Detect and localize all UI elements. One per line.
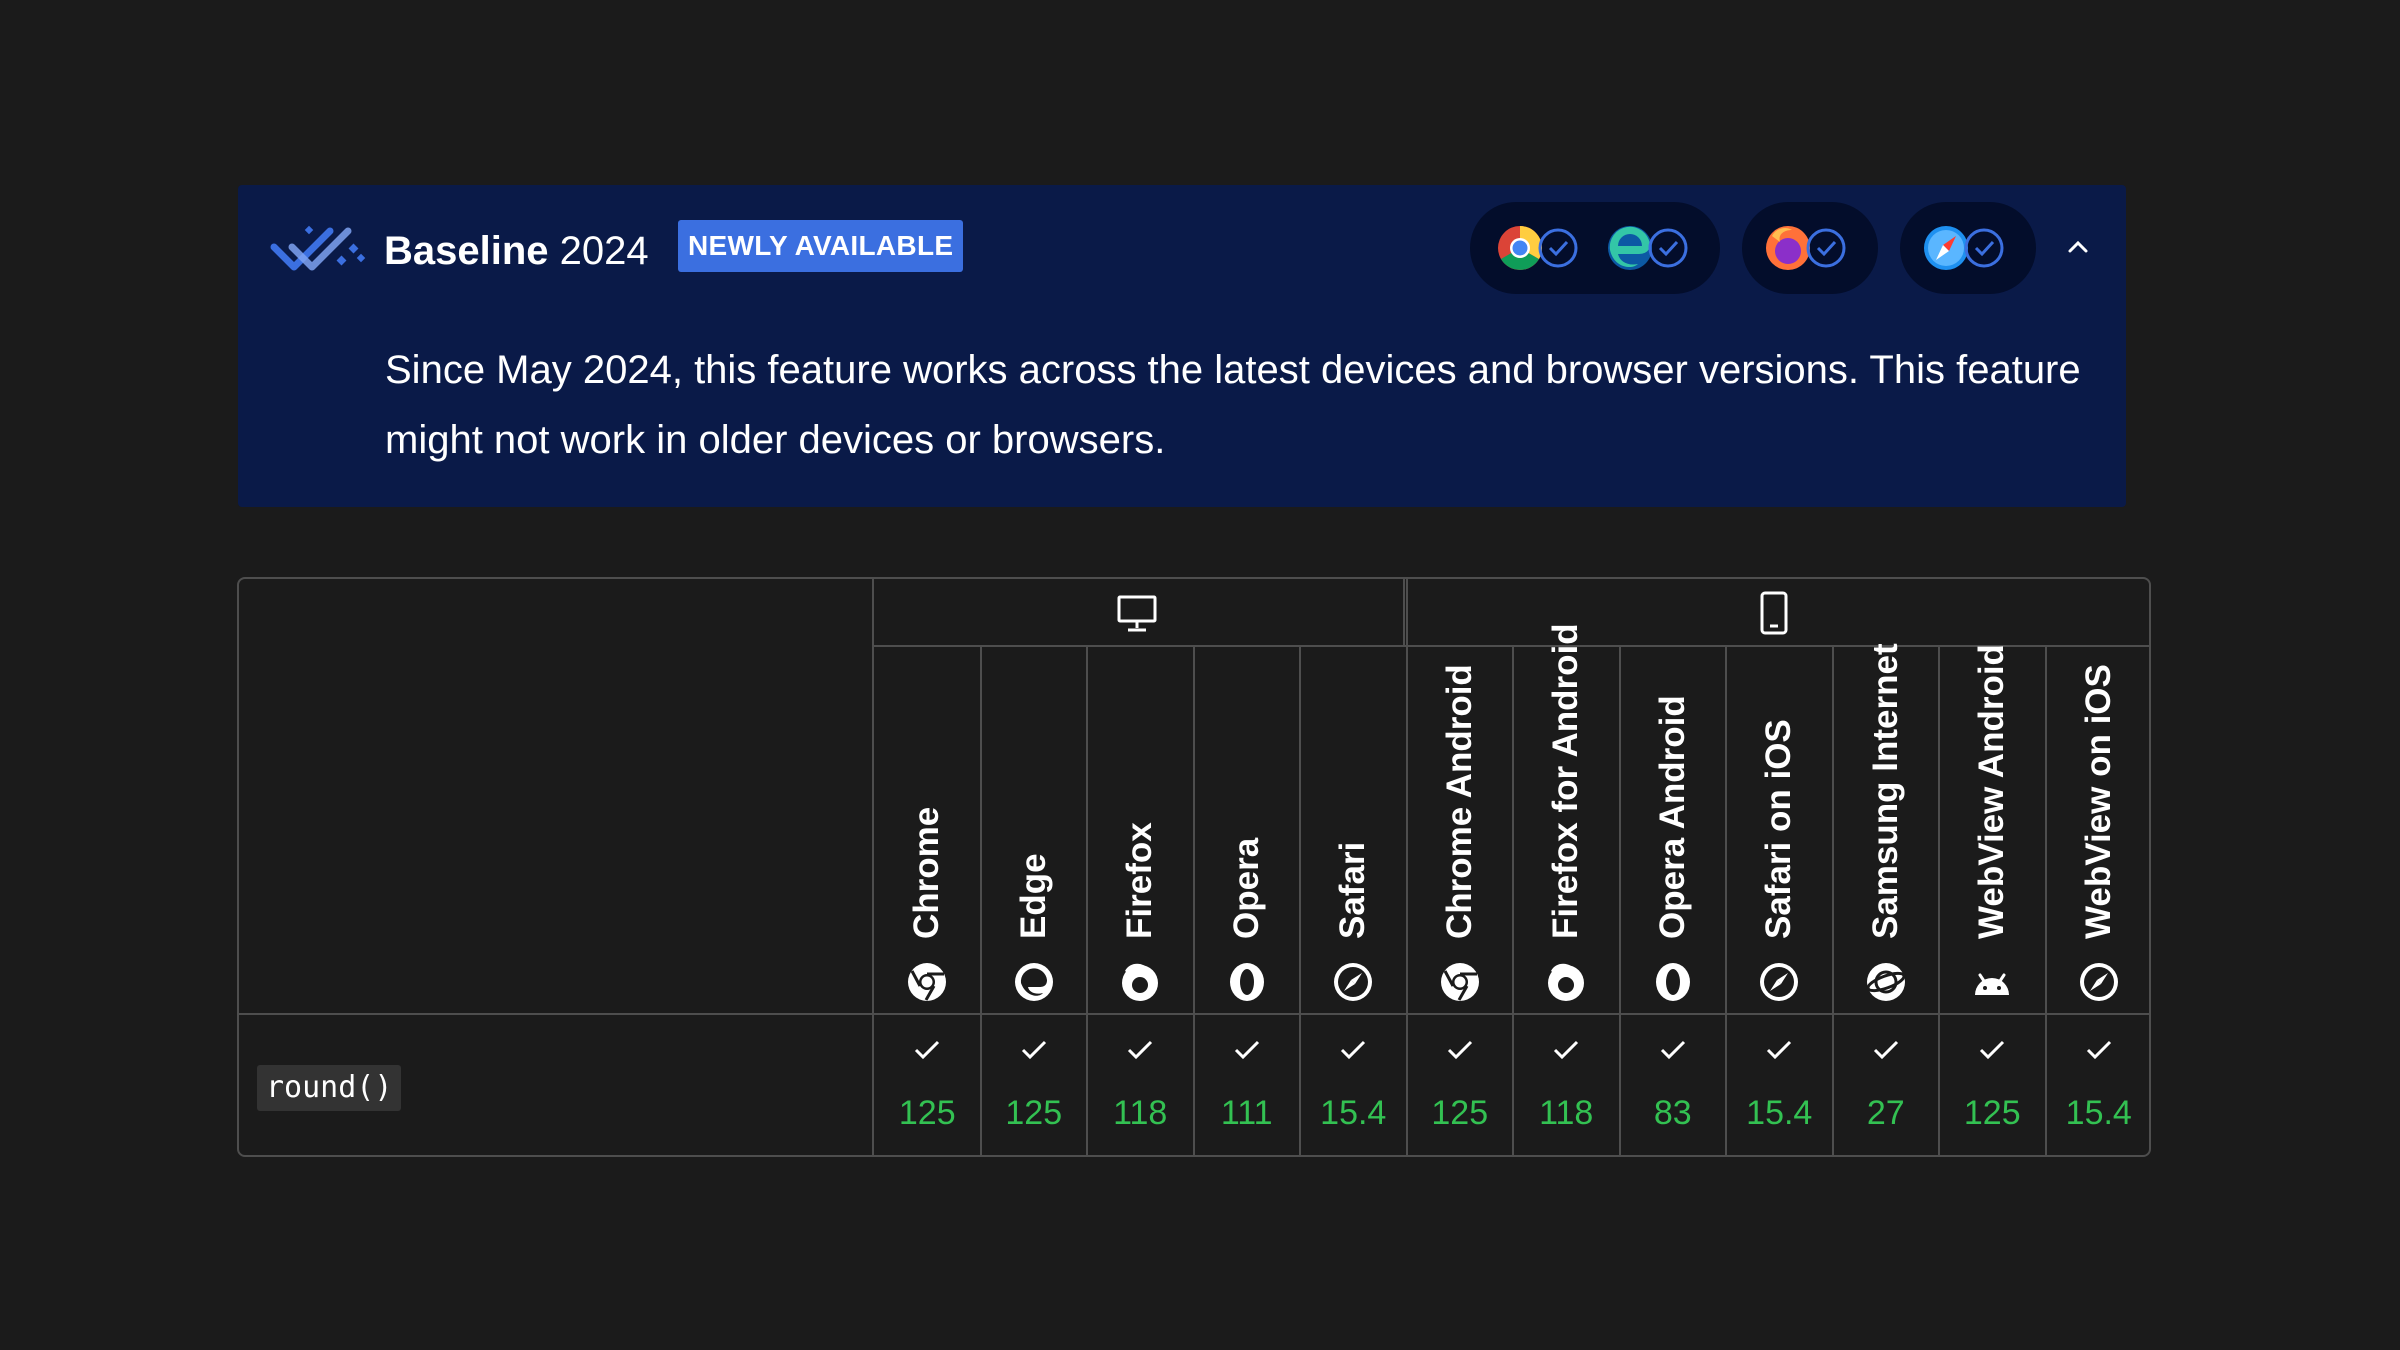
engine-pill-webkit (1900, 202, 2036, 294)
browser-name: Chrome Android (1439, 664, 1479, 939)
support-version: 125 (1005, 1094, 1063, 1132)
browser-header-webview-on-ios: WebView on iOS (2046, 647, 2150, 1015)
opera-icon (1229, 963, 1264, 1001)
check-icon (1873, 1040, 1898, 1060)
support-cell[interactable]: 125 (1407, 1015, 1514, 1155)
browser-name: Samsung Internet (1865, 643, 1905, 939)
browser-header-safari: Safari (1300, 647, 1407, 1015)
desktop-icon (1117, 595, 1157, 632)
support-cell[interactable]: 111 (1194, 1015, 1301, 1155)
check-circle-icon (1806, 228, 1846, 268)
support-version: 27 (1866, 1094, 1905, 1132)
safari-icon (1924, 226, 1968, 270)
edge-icon (1608, 226, 1652, 270)
browser-name: Opera Android (1652, 695, 1692, 939)
safari-supported-pair (1924, 226, 2004, 270)
check-circle-icon (1648, 228, 1688, 268)
support-version: 15.4 (1320, 1094, 1387, 1132)
support-version: 125 (1963, 1094, 2021, 1132)
browser-header-edge: Edge (981, 647, 1088, 1015)
browser-name: Safari (1333, 841, 1373, 939)
browser-header-firefox-for-android: Firefox for Android (1513, 623, 1620, 1015)
baseline-description: Since May 2024, this feature works acros… (385, 348, 2081, 462)
compat-table: Chrome Edge Firefox Opera Safari Chrome Andro… (237, 577, 2151, 1157)
support-version: 15.4 (2065, 1094, 2132, 1132)
samsung-internet-icon (1866, 963, 1906, 1001)
safari-icon (1760, 963, 1799, 1001)
browser-header-opera: Opera (1194, 647, 1301, 1015)
status-badge: NEWLY AVAILABLE (678, 220, 964, 272)
chrome-icon (1440, 963, 1479, 1001)
support-cell[interactable]: 27 (1833, 1015, 1940, 1155)
baseline-title-year: 2024 (559, 229, 649, 273)
support-cell[interactable]: 15.4 (2046, 1015, 2150, 1155)
baseline-banner: Baseline 2024 NEWLY AVAILABLE Since May … (238, 185, 2126, 507)
browser-header-opera-android: Opera Android (1620, 647, 1727, 1015)
browser-header-webview-android: WebView Android (1939, 644, 2046, 1015)
firefox-icon (1122, 963, 1159, 1001)
chrome-supported-pair (1498, 226, 1578, 270)
engine-pill-gecko (1742, 202, 1878, 294)
baseline-title-strong: Baseline (384, 229, 549, 273)
browser-name: Chrome (907, 806, 947, 939)
check-icon (1980, 1040, 2005, 1060)
support-cell[interactable]: 125 (874, 1015, 981, 1155)
check-icon (1341, 1040, 1366, 1060)
feature-name[interactable]: round() (257, 1065, 402, 1111)
baseline-title: Baseline 2024 (384, 221, 649, 281)
support-cell[interactable]: 15.4 (1726, 1015, 1833, 1155)
safari-icon (2079, 963, 2118, 1001)
check-icon (1021, 1040, 1046, 1060)
browser-name: WebView on iOS (2078, 664, 2118, 939)
support-version: 15.4 (1746, 1094, 1813, 1132)
browser-name: Firefox for Android (1546, 623, 1586, 939)
support-version: 83 (1653, 1094, 1692, 1132)
chevron-up-icon[interactable] (2060, 229, 2096, 265)
support-version: 125 (1431, 1094, 1489, 1132)
chrome-icon (1498, 226, 1542, 270)
firefox-supported-pair (1766, 226, 1846, 270)
check-icon (1767, 1040, 1792, 1060)
edge-icon (1014, 963, 1053, 1001)
check-circle-icon (1964, 228, 2004, 268)
baseline-check-icon (270, 225, 366, 271)
android-icon (1975, 973, 2010, 995)
check-icon (2086, 1040, 2111, 1060)
check-icon (1234, 1040, 1259, 1060)
support-cell[interactable]: 15.4 (1300, 1015, 1407, 1155)
check-icon (1447, 1040, 1472, 1060)
support-cell[interactable]: 125 (1939, 1015, 2046, 1155)
support-version: 118 (1113, 1094, 1168, 1132)
browser-header-chrome-android: Chrome Android (1407, 647, 1514, 1015)
check-icon (1660, 1040, 1685, 1060)
firefox-icon (1766, 226, 1810, 270)
support-version: 118 (1539, 1094, 1594, 1132)
support-cell[interactable]: 118 (1087, 1015, 1194, 1155)
support-version: 125 (898, 1094, 956, 1132)
chrome-icon (908, 963, 947, 1001)
support-cell[interactable]: 125 (981, 1015, 1088, 1155)
support-cell[interactable]: 118 (1513, 1015, 1620, 1155)
check-icon (1128, 1040, 1153, 1060)
check-icon (915, 1040, 940, 1060)
safari-icon (1334, 963, 1373, 1001)
edge-supported-pair (1608, 226, 1688, 270)
browser-header-safari-on-ios: Safari on iOS (1726, 647, 1833, 1015)
check-circle-icon (1538, 228, 1578, 268)
browser-header-samsung-internet: Samsung Internet (1833, 643, 1940, 1015)
opera-icon (1655, 963, 1690, 1001)
mobile-icon (1760, 591, 1788, 635)
support-version: 111 (1220, 1094, 1273, 1132)
engine-pill-chromium (1470, 202, 1720, 294)
browser-name: Opera (1226, 837, 1266, 939)
browser-header-firefox: Firefox (1087, 647, 1194, 1015)
check-icon (1554, 1040, 1579, 1060)
browser-name: WebView Android (1972, 644, 2012, 939)
browser-name: Edge (1013, 853, 1053, 939)
firefox-icon (1548, 963, 1585, 1001)
support-cell[interactable]: 83 (1620, 1015, 1727, 1155)
browser-name: Safari on iOS (1759, 719, 1799, 939)
browser-header-chrome: Chrome (874, 647, 981, 1015)
browser-name: Firefox (1120, 822, 1160, 939)
